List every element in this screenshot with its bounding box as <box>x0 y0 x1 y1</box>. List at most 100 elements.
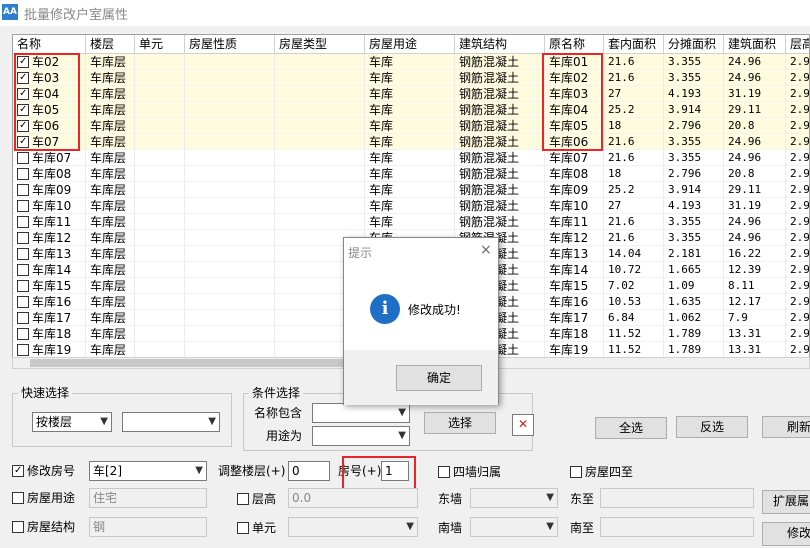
table-row[interactable]: 车库09 车库层 车库 钢筋混凝土 车库09 25.2 3.914 29.11 2.9 <box>13 182 809 198</box>
checkbox-icon <box>12 492 24 504</box>
house-structure-combo[interactable]: 钢 <box>89 517 207 537</box>
column-header[interactable]: 楼层 <box>86 35 135 54</box>
row-structure-cell: 钢筋混凝土 <box>455 134 545 150</box>
row-unit-cell <box>135 278 185 294</box>
row-checkbox[interactable] <box>17 168 29 180</box>
row-inner-cell: 14.04 <box>604 246 664 262</box>
unit-checkbox[interactable]: 单元 <box>237 520 276 536</box>
column-header[interactable]: 房屋类型 <box>275 35 365 54</box>
east-wall-label: 东墙 <box>438 492 463 506</box>
select-all-button[interactable]: 全选 <box>595 417 667 439</box>
row-checkbox[interactable] <box>17 152 29 164</box>
house-structure-checkbox[interactable]: 房屋结构 <box>12 519 75 535</box>
column-header[interactable]: 原名称 <box>545 35 604 54</box>
table-row[interactable]: 车库07 车库层 车库 钢筋混凝土 车库07 21.6 3.355 24.96 2.9 <box>13 150 809 166</box>
table-row[interactable]: 车03车库层车库钢筋混凝土车库0221.63.35524.962.9 <box>13 70 809 86</box>
south-wall-combo[interactable]: ▼ <box>470 517 558 537</box>
south-wall-label: 南墙 <box>438 521 463 535</box>
column-header[interactable]: 建筑结构 <box>455 35 545 54</box>
row-checkbox[interactable] <box>17 200 29 212</box>
row-name: 车库13 <box>32 247 72 261</box>
house-use-checkbox[interactable]: 房屋用途 <box>12 490 75 506</box>
row-checkbox[interactable] <box>17 264 29 276</box>
row-checkbox[interactable] <box>17 184 29 196</box>
floor-height-input[interactable]: 0.0 <box>288 488 418 508</box>
row-inner-cell: 21.6 <box>604 150 664 166</box>
row-nature-cell <box>185 246 275 262</box>
house-four-checkbox[interactable]: 房屋四至 <box>570 464 633 480</box>
house-use-combo[interactable]: 住宅 <box>89 488 207 508</box>
row-built-cell: 16.22 <box>724 246 786 262</box>
quick-select-second-combo[interactable]: ▼ <box>122 412 220 432</box>
refresh-button[interactable]: 刷新 <box>762 416 810 438</box>
column-header[interactable]: 房屋用途 <box>365 35 455 54</box>
row-orig-cell: 车库11 <box>545 214 604 230</box>
use-label: 用途为 <box>266 429 303 443</box>
table-row[interactable]: 车06车库层车库钢筋混凝土车库05182.79620.82.9 <box>13 118 809 134</box>
row-checkbox[interactable] <box>17 296 29 308</box>
info-icon: i <box>370 294 400 324</box>
house-use-label: 房屋用途 <box>27 491 76 505</box>
row-orig-cell: 车库12 <box>545 230 604 246</box>
column-header[interactable]: 分摊面积 <box>664 35 724 54</box>
row-checkbox[interactable] <box>17 328 29 340</box>
row-name: 车库07 <box>32 151 72 165</box>
floor-height-checkbox[interactable]: 层高 <box>237 491 276 507</box>
column-header[interactable]: 建筑面积 <box>724 35 786 54</box>
scrollbar-thumb[interactable] <box>30 359 350 367</box>
row-checkbox[interactable] <box>17 216 29 228</box>
row-built-cell: 24.96 <box>724 230 786 246</box>
row-orig-cell: 车库08 <box>545 166 604 182</box>
row-name-cell: 车库16 <box>13 294 86 310</box>
row-checkbox[interactable] <box>17 280 29 292</box>
table-row[interactable]: 车库10 车库层 车库 钢筋混凝土 车库10 27 4.193 31.19 2.9 <box>13 198 809 214</box>
modify-button[interactable]: 修改 <box>762 522 810 546</box>
adjust-floor-input[interactable]: 0 <box>288 461 330 481</box>
row-nature-cell <box>185 166 275 182</box>
table-row[interactable]: 车05车库层车库钢筋混凝土车库0425.23.91429.112.9 <box>13 102 809 118</box>
row-unit-cell <box>135 134 185 150</box>
row-checkbox[interactable] <box>17 344 29 356</box>
east-to-input[interactable] <box>600 488 754 508</box>
row-nature-cell <box>185 182 275 198</box>
east-wall-combo[interactable]: ▼ <box>470 488 558 508</box>
ok-button[interactable]: 确定 <box>396 365 482 391</box>
name-contains-combo[interactable]: ▼ <box>312 403 410 423</box>
row-name: 车库11 <box>32 215 72 229</box>
unit-combo[interactable]: ▼ <box>288 517 418 537</box>
column-header[interactable]: 单元 <box>135 35 185 54</box>
expand-attr-button[interactable]: 扩展属 <box>762 490 810 514</box>
row-inner-cell: 10.72 <box>604 262 664 278</box>
table-row[interactable]: 车库08 车库层 车库 钢筋混凝土 车库08 18 2.796 20.8 2.9 <box>13 166 809 182</box>
south-to-input[interactable] <box>600 517 754 537</box>
column-header[interactable]: 层高 <box>786 35 809 54</box>
close-icon[interactable]: × <box>480 242 492 258</box>
table-row[interactable]: 车04车库层车库钢筋混凝土车库03274.19331.192.9 <box>13 86 809 102</box>
table-row[interactable]: 车02车库层车库钢筋混凝土车库0121.63.35524.962.9 <box>13 54 809 70</box>
room-no-combo[interactable]: 车[2] ▼ <box>89 461 207 481</box>
column-header[interactable]: 房屋性质 <box>185 35 275 54</box>
row-inner-cell: 11.52 <box>604 342 664 357</box>
row-type-cell <box>275 182 365 198</box>
row-height-cell: 2.9 <box>786 262 809 278</box>
row-built-cell: 29.11 <box>724 102 786 118</box>
row-checkbox[interactable] <box>17 248 29 260</box>
row-height-cell: 2.9 <box>786 326 809 342</box>
chevron-down-icon: ▼ <box>406 521 414 532</box>
use-combo[interactable]: ▼ <box>312 426 410 446</box>
row-checkbox[interactable] <box>17 312 29 324</box>
floor-height-label: 层高 <box>252 492 277 506</box>
row-height-cell: 2.9 <box>786 198 809 214</box>
quick-select-mode-combo[interactable]: 按楼层 ▼ <box>32 412 112 432</box>
four-walls-checkbox[interactable]: 四墙归属 <box>438 464 501 480</box>
table-row[interactable]: 车库11 车库层 车库 钢筋混凝土 车库11 21.6 3.355 24.96 2.9 <box>13 214 809 230</box>
column-header[interactable]: 套内面积 <box>604 35 664 54</box>
row-floor-cell: 车库层 <box>86 198 135 214</box>
invert-selection-button[interactable]: 反选 <box>676 416 748 438</box>
column-header[interactable]: 名称 <box>13 35 86 54</box>
table-row[interactable]: 车07车库层车库钢筋混凝土车库0621.63.35524.962.9 <box>13 134 809 150</box>
room-no-checkbox[interactable]: 修改房号 <box>12 463 75 479</box>
clear-condition-icon[interactable]: ✕ <box>512 414 534 436</box>
select-button[interactable]: 选择 <box>424 412 496 434</box>
row-checkbox[interactable] <box>17 232 29 244</box>
